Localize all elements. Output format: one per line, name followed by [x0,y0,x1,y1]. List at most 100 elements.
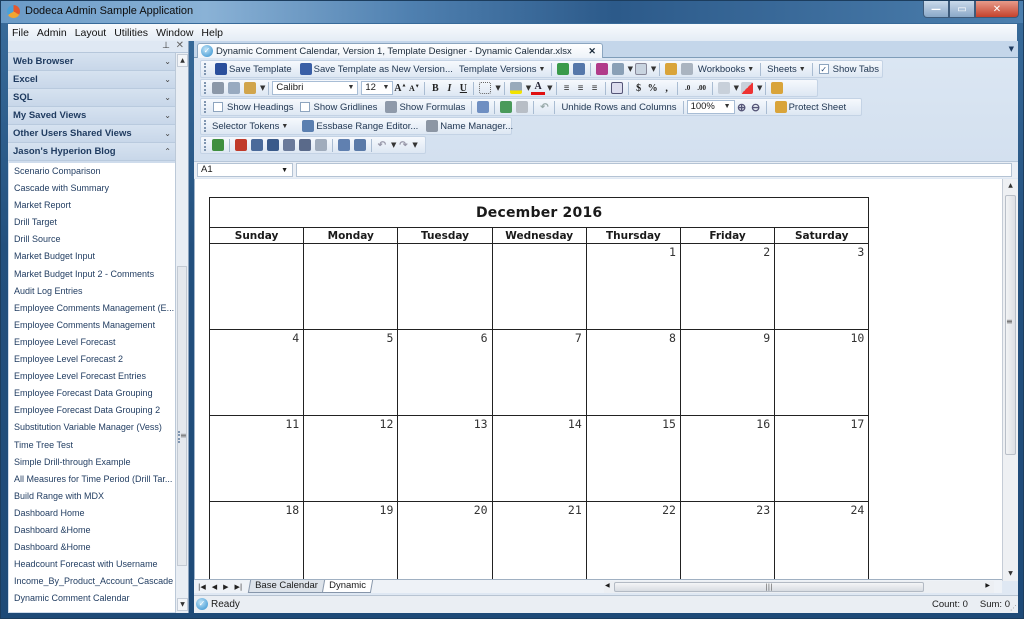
weekday-header[interactable]: Thursday [585,227,681,244]
save-template-button[interactable]: Save Template [210,61,295,77]
toolbar-grip[interactable] [204,139,207,151]
pivot-icon[interactable] [315,139,327,151]
zoom-in-icon[interactable]: ⊕ [735,101,749,114]
sidebar-list-item[interactable]: Employee Level Forecast Entries [9,368,176,385]
sidebar-list-item[interactable]: Dynamic Comment Calendar [9,590,176,607]
group-jasons-hyperion-blog[interactable]: Jason's Hyperion Blog ⌃ [8,143,176,161]
calendar-day-cell[interactable]: 1 [585,243,681,330]
sidebar-list-item[interactable]: Market Budget Input 2 - Comments [9,266,176,283]
sidebar-list-item[interactable]: Audit Log Entries [9,283,176,300]
keep-only-icon[interactable] [283,139,295,151]
align-left-icon[interactable]: ≡ [560,83,574,94]
sheet-tab-base-calendar[interactable]: Base Calendar [247,580,326,593]
show-headings-checkbox[interactable]: Show Headings [210,99,297,115]
italic-button[interactable]: I [442,83,456,94]
calendar-day-cell[interactable]: 5 [303,329,399,416]
calendar-day-cell[interactable]: 10 [774,329,870,416]
menu-help[interactable]: Help [197,27,227,39]
sidebar-list-item[interactable]: Employee Comments Management [9,317,176,334]
sidebar-list-item[interactable]: Employee Comments Management (E... [9,300,176,317]
show-gridlines-checkbox[interactable]: Show Gridlines [297,99,381,115]
group-other-users-shared-views[interactable]: Other Users Shared Views ⌄ [8,125,176,143]
table-icon[interactable] [477,101,490,113]
calendar-day-cell[interactable]: 11 [208,415,305,502]
sidebar-list-item[interactable]: Dashboard &Home [9,522,176,539]
group-my-saved-views[interactable]: My Saved Views ⌄ [8,107,176,125]
sidebar-list-item[interactable]: Simple Drill-through Example [9,454,176,471]
font-color-icon[interactable]: A [531,81,546,95]
weekday-header[interactable]: Friday [679,227,776,244]
scroll-left-icon[interactable]: ◀ [605,582,610,589]
dropdown-arrow-icon[interactable]: ▼ [260,84,265,92]
calendar-day-cell[interactable]: 7 [491,329,587,416]
scrollbar-thumb[interactable]: ||| [614,582,924,592]
calendar-day-cell[interactable]: 20 [397,501,493,579]
copy-icon[interactable] [228,82,240,94]
essbase-range-editor-button[interactable]: Essbase Range Editor... [297,118,421,134]
align-center-icon[interactable]: ≡ [574,83,588,94]
weekday-header[interactable]: Wednesday [491,227,587,244]
calendar-day-cell[interactable]: 24 [774,501,870,579]
sidebar-list-item[interactable]: Drill Target [9,214,176,231]
scrollbar-thumb[interactable] [177,266,187,566]
calendar-day-cell[interactable]: 23 [679,501,776,579]
delete-cells-icon[interactable] [740,82,753,94]
merge-center-icon[interactable] [610,82,623,94]
excel-export-icon[interactable] [557,63,570,75]
font-size-select[interactable]: 12 ▼ [361,81,394,95]
spreadsheet-grid[interactable]: December 2016 Sunday Monday Tuesday Wednesd… [194,179,1002,579]
currency-button[interactable]: $ [632,83,646,94]
calendar-day-cell[interactable]: 13 [397,415,493,502]
zoom-in-member-icon[interactable] [251,139,263,151]
calendar-day-cell[interactable]: 18 [208,501,305,579]
percent-button[interactable]: % [646,83,660,94]
sidebar-list-item[interactable]: Cascade with Summary [9,180,176,197]
calendar-day-cell[interactable]: 15 [585,415,681,502]
redo-icon[interactable]: ↷ [396,140,410,151]
formula-input[interactable] [296,163,1012,177]
resize-grip-icon[interactable]: ⋰ [1010,604,1017,612]
weekday-header[interactable]: Sunday [208,227,305,244]
underline-button[interactable]: U [456,83,470,94]
calendar-day-cell[interactable]: 3 [774,243,870,330]
maximize-button[interactable]: ▭ [949,1,975,18]
comma-button[interactable]: , [660,83,674,94]
save-as-new-version-button[interactable]: Save Template as New Version... [295,61,456,77]
vertical-scrollbar[interactable]: ▲ ≡ ▼ [1002,179,1018,581]
borders-icon[interactable] [479,82,492,94]
workbooks-dropdown[interactable]: Workbooks ▼ [695,61,757,77]
paste-icon[interactable] [244,82,256,94]
menu-file[interactable]: File [8,27,33,39]
cut-icon[interactable] [212,82,224,94]
sidebar-list-item[interactable]: Employee Level Forecast 2 [9,351,176,368]
zoom-out-member-icon[interactable] [267,139,279,151]
weekday-header[interactable]: Monday [303,227,399,244]
calendar-day-cell[interactable] [303,243,399,330]
print-preview-icon[interactable] [635,63,647,75]
decrease-decimal-icon[interactable]: .00 [695,84,709,92]
sidebar-list-item[interactable]: Build Range with MDX [9,488,176,505]
insert-cells-icon[interactable] [717,82,730,94]
calendar-day-cell[interactable]: 8 [585,329,681,416]
next-sheet-icon[interactable]: ▶ [223,583,228,591]
minimize-button[interactable]: — [923,1,949,18]
last-sheet-icon[interactable]: ▶| [235,583,243,591]
open-workbook-icon[interactable] [665,63,678,75]
calendar-day-cell[interactable] [208,243,305,330]
dropdown-arrow-icon[interactable]: ▼ [547,84,552,92]
remove-only-icon[interactable] [299,139,311,151]
group-sql[interactable]: SQL ⌄ [8,89,176,107]
shrink-font-icon[interactable]: A▼ [407,84,421,93]
sidebar-list-item[interactable]: All Measures for Time Period (Drill Tar.… [9,471,176,488]
bold-button[interactable]: B [428,83,442,94]
scroll-up-icon[interactable]: ▲ [177,54,188,67]
selector-tokens-dropdown[interactable]: Selector Tokens ▼ [209,118,291,134]
sidebar-list-item[interactable]: Substitution Variable Manager (Vess) [9,419,176,436]
sidebar-list-item[interactable]: Employee Forecast Data Grouping 2 [9,402,176,419]
sidebar-list-item[interactable]: Dashboard &Home [9,539,176,556]
calendar-day-cell[interactable]: 12 [303,415,399,502]
calendar-day-cell[interactable]: 4 [208,329,305,416]
close-button[interactable]: ✕ [975,1,1019,18]
first-sheet-icon[interactable]: |◀ [198,583,206,591]
dropdown-arrow-icon[interactable]: ▼ [651,65,656,73]
